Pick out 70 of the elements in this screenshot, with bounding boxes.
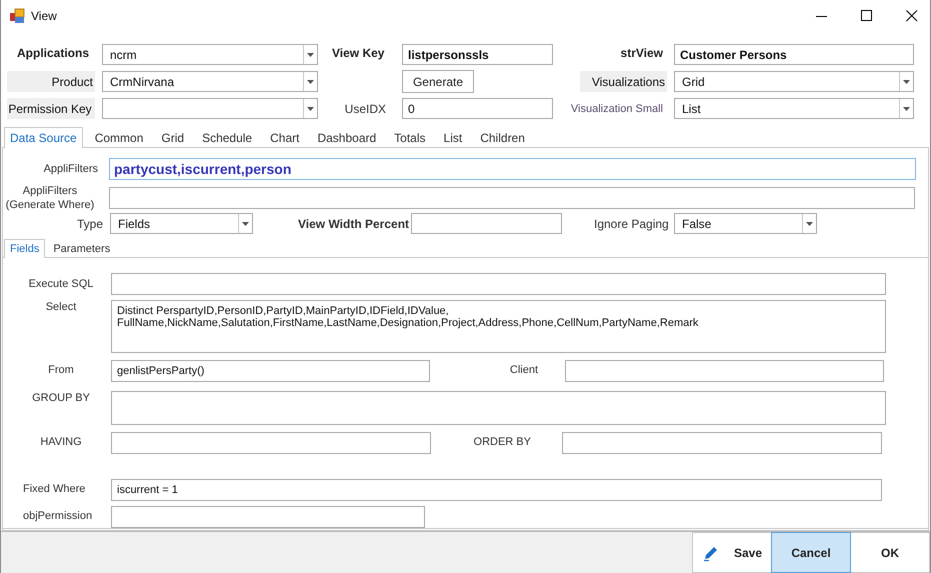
text-area[interactable]: Distinct PerspartyID,PersonID,PartyID,MainPartyID,IDField,IDValue, FullName,NickName,Salutation,FirstName,LastName,Designation,Project,Address,Phone,CellNum,PartyName,Remark	[111, 300, 886, 353]
tab[interactable]: Children	[474, 127, 531, 147]
text-area[interactable]	[111, 391, 886, 425]
text-field[interactable]: Customer Persons	[674, 44, 914, 65]
dialog-button[interactable]: Save	[692, 532, 772, 573]
field-label: Visualization Small	[570, 102, 664, 116]
tab[interactable]: Schedule	[196, 127, 258, 147]
text-field[interactable]: genlistPersParty()	[111, 360, 430, 382]
tab[interactable]: List	[438, 127, 468, 147]
field-label: From	[47, 363, 75, 376]
text-field[interactable]	[111, 506, 425, 528]
caret-icon	[806, 222, 813, 226]
tab[interactable]: Parameters	[47, 239, 116, 257]
text-field[interactable]	[109, 186, 915, 208]
dropdown[interactable]: False	[674, 213, 817, 234]
tab[interactable]: Data Source	[4, 127, 83, 148]
generate-button[interactable]: Generate	[402, 70, 474, 93]
caret-icon	[903, 80, 910, 84]
dropdown[interactable]: List	[674, 98, 914, 119]
text-field[interactable]	[111, 432, 431, 454]
field-label: strView	[620, 44, 664, 62]
text-field[interactable]: listpersonssls	[402, 44, 553, 65]
tab[interactable]: Dashboard	[311, 127, 382, 147]
field-label: GROUP BY	[31, 391, 91, 404]
field-label: View Width Percent	[298, 216, 410, 230]
tab[interactable]: Totals	[388, 127, 432, 147]
dropdown[interactable]: ncrm	[102, 44, 318, 65]
text-field[interactable]: partycust,iscurrent,person	[109, 158, 916, 180]
text-field[interactable]	[411, 213, 562, 234]
field-label: Execute SQL	[28, 277, 94, 290]
field-label: objPermission	[23, 509, 94, 522]
window-title: View	[31, 9, 57, 23]
dialog-button[interactable]: Cancel	[771, 532, 851, 573]
tab[interactable]: Chart	[264, 127, 306, 147]
caret-icon	[307, 106, 314, 110]
field-label: Client	[508, 363, 539, 376]
tab[interactable]: Grid	[155, 127, 190, 147]
caret-icon	[242, 222, 249, 226]
dialog-button[interactable]: OK	[850, 532, 930, 573]
close-icon[interactable]	[906, 10, 918, 22]
field-label: UseIDX	[344, 100, 387, 118]
app-icon	[9, 8, 25, 24]
tab[interactable]: Fields	[4, 239, 46, 258]
field-label: AppliFilters	[42, 163, 98, 175]
field-label: Select	[44, 300, 78, 313]
text-field[interactable]: iscurrent = 1	[111, 479, 882, 501]
field-label: Product	[7, 71, 95, 92]
field-label: Type	[76, 216, 103, 230]
caret-icon	[307, 80, 314, 84]
field-label: Permission Key	[7, 98, 95, 119]
field-label: HAVING	[39, 435, 83, 448]
tab[interactable]: Common	[88, 127, 150, 147]
caret-icon	[307, 52, 314, 56]
caret-icon	[903, 106, 910, 110]
field-label: AppliFilters (Generate Where)	[4, 184, 96, 212]
field-label: Ignore Paging	[594, 216, 670, 230]
text-field[interactable]: 0	[402, 98, 553, 119]
field-label: View Key	[332, 44, 386, 62]
dropdown[interactable]: CrmNirvana	[102, 71, 318, 92]
field-label: Fixed Where	[23, 482, 86, 495]
field-label: Applications	[16, 44, 90, 62]
dropdown[interactable]: Grid	[674, 71, 914, 92]
maximize-icon[interactable]	[861, 10, 873, 22]
text-field[interactable]	[565, 360, 884, 382]
dropdown[interactable]	[102, 98, 318, 119]
dropdown[interactable]: Fields	[110, 213, 253, 234]
field-label: Visualizations	[580, 71, 667, 92]
field-label: ORDER BY	[472, 435, 532, 448]
text-field[interactable]	[111, 273, 886, 295]
text-field[interactable]	[562, 432, 882, 454]
